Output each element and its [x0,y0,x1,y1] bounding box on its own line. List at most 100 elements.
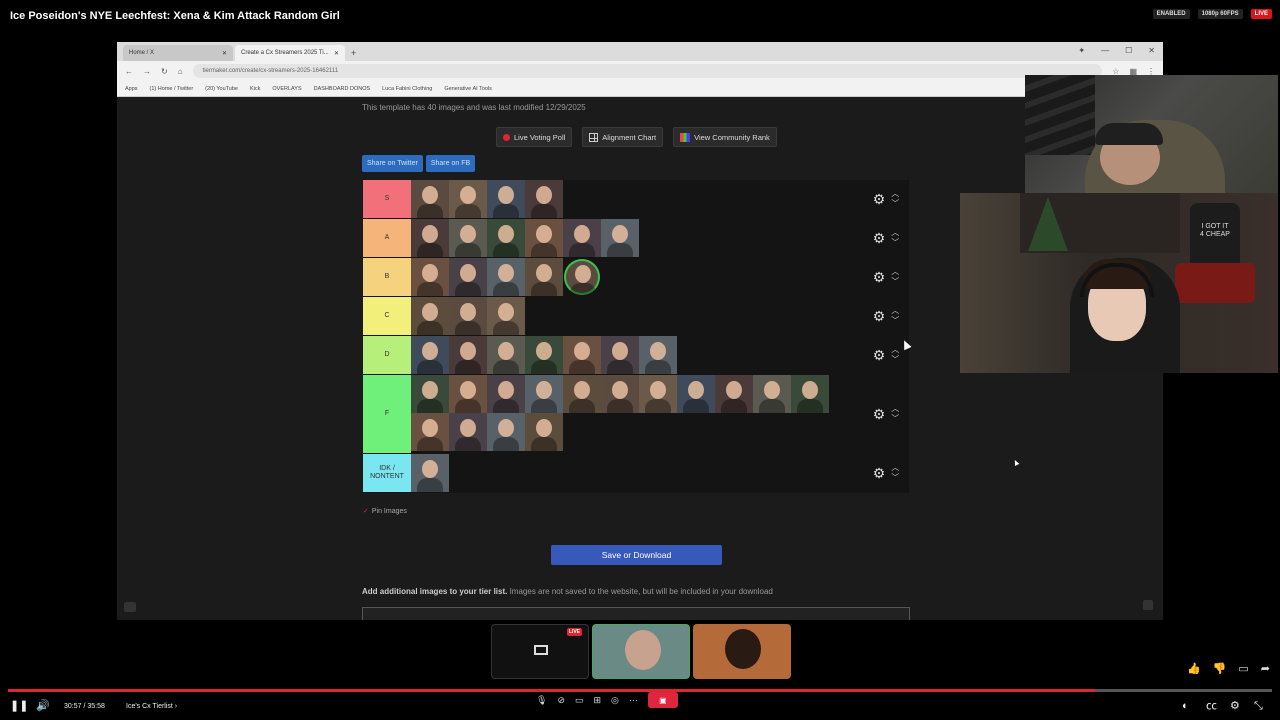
tier-label[interactable]: B [363,258,411,296]
bookmark[interactable]: (20) YouTube [205,86,238,92]
video-player[interactable]: Ice Poseidon's NYE Leechfest: Xena & Kim… [0,0,1280,720]
tab-twitter[interactable]: Home / X ✕ [123,45,233,61]
minimize-icon[interactable]: — [1101,46,1109,55]
live-voting-button[interactable]: Live Voting Poll [496,127,573,147]
quality-badge[interactable]: 1080p 60FPS [1197,9,1243,19]
streamer-thumbnail[interactable] [411,413,449,451]
share-twitter-button[interactable]: Share on Twitter [362,155,423,172]
close-icon[interactable]: ✕ [334,50,339,57]
tier-label[interactable]: D [363,336,411,374]
streamer-thumbnail[interactable] [449,180,487,218]
streamer-thumbnail[interactable] [487,297,525,335]
bookmark[interactable]: Apps [125,86,138,92]
streamer-thumbnail[interactable] [525,413,563,451]
save-download-button[interactable]: Save or Download [551,545,722,565]
reload-icon[interactable]: ↻ [161,67,168,76]
chevron-down-icon[interactable]: ﹀ [891,473,899,482]
streamer-thumbnail[interactable] [487,180,525,218]
zoom-icon[interactable] [1143,600,1153,610]
maximize-icon[interactable]: ☐ [1125,46,1132,55]
chevron-up-icon[interactable]: ︿ [891,404,899,413]
tab-tiermaker[interactable]: Create a Cx Streamers 2025 Ti... ✕ [235,45,345,61]
streamer-thumbnail[interactable] [411,219,449,257]
streamer-thumbnail[interactable] [564,259,600,295]
streamer-thumbnail[interactable] [449,258,487,296]
chevron-down-icon[interactable]: ﹀ [891,355,899,364]
autoplay-toggle-icon[interactable]: ◐ [1182,700,1189,712]
streamer-thumbnail[interactable] [525,180,563,218]
bookmark[interactable]: Luca Fabini Clothing [382,86,432,92]
streamer-thumbnail[interactable] [449,375,487,413]
new-tab-icon[interactable]: + [351,48,356,58]
streamer-thumbnail[interactable] [411,454,449,492]
streamer-thumbnail[interactable] [487,413,525,451]
streamer-thumbnail[interactable] [715,375,753,413]
streamer-thumbnail[interactable] [449,297,487,335]
gear-icon[interactable]: ⚙ [873,348,886,362]
streamer-thumbnail[interactable] [601,336,639,374]
home-icon[interactable]: ⌂ [178,67,183,76]
bookmark[interactable]: Kick [250,86,260,92]
streamer-thumbnail[interactable] [449,219,487,257]
share-icon[interactable]: ➦ [1261,662,1270,675]
streamer-thumbnail[interactable] [411,375,449,413]
streamer-thumbnail[interactable] [677,375,715,413]
pause-icon[interactable]: ❚❚ [10,700,28,712]
streamer-thumbnail[interactable] [487,219,525,257]
gear-icon[interactable]: ⚙ [873,407,886,421]
volume-icon[interactable]: 🔊 [36,700,50,712]
streamer-thumbnail[interactable] [411,258,449,296]
tier-label[interactable]: S [363,180,411,218]
chevron-up-icon[interactable]: ︿ [891,306,899,315]
url-field[interactable]: tiermaker.com/create/cx-streamers-2025-1… [192,64,1103,78]
chevron-down-icon[interactable]: ﹀ [891,316,899,325]
streamer-thumbnail[interactable] [411,180,449,218]
comment-icon[interactable]: ▭ [1238,662,1248,675]
fullscreen-exit-icon[interactable]: ⤡ [1254,700,1263,712]
streamer-thumbnail[interactable] [639,336,677,374]
bookmark[interactable]: OVERLAYS [272,86,301,92]
bookmark[interactable]: Generative AI Tools [444,86,492,92]
streamer-thumbnail[interactable] [753,375,791,413]
share-fb-button[interactable]: Share on FB [425,155,476,172]
like-icon[interactable]: 👍 [1187,662,1201,675]
streamer-thumbnail[interactable] [487,258,525,296]
streamer-thumbnail[interactable] [791,375,829,413]
community-rank-button[interactable]: View Community Rank [673,127,777,147]
chevron-down-icon[interactable]: ﹀ [891,238,899,247]
chevron-down-icon[interactable]: ﹀ [891,414,899,423]
streamer-thumbnail[interactable] [525,375,563,413]
streamer-thumbnail[interactable] [525,258,563,296]
streamer-thumbnail[interactable] [601,375,639,413]
streamer-thumbnail[interactable] [563,375,601,413]
streamer-thumbnail[interactable] [449,413,487,451]
chevron-down-icon[interactable]: ﹀ [891,199,899,208]
settings-icon[interactable]: ⚙ [1230,700,1240,712]
extension-icon[interactable]: ✦ [1078,46,1085,55]
gear-icon[interactable]: ⚙ [873,231,886,245]
streamer-thumbnail[interactable] [487,336,525,374]
streamer-thumbnail[interactable] [525,219,563,257]
participant-tile-3[interactable] [693,624,791,679]
participant-tile-screen[interactable]: LIVE [491,624,589,679]
file-upload-input[interactable] [362,607,910,620]
chapter-title[interactable]: Ice's Cx Tierlist › [126,703,177,710]
chevron-up-icon[interactable]: ︿ [891,228,899,237]
pin-images-toggle[interactable]: ✓ Pin Images [363,507,407,515]
bookmark[interactable]: (1) Home / Twitter [150,86,194,92]
close-icon[interactable]: ✕ [222,50,227,57]
streamer-thumbnail[interactable] [563,219,601,257]
tier-label[interactable]: C [363,297,411,335]
back-icon[interactable]: ← [125,67,133,76]
tier-label[interactable]: A [363,219,411,257]
chevron-up-icon[interactable]: ︿ [891,267,899,276]
streamer-thumbnail[interactable] [487,375,525,413]
chevron-up-icon[interactable]: ︿ [891,189,899,198]
streamer-thumbnail[interactable] [411,336,449,374]
close-window-icon[interactable]: ✕ [1148,46,1155,55]
chevron-down-icon[interactable]: ﹀ [891,277,899,286]
chevron-up-icon[interactable]: ︿ [891,463,899,472]
streamer-thumbnail[interactable] [449,336,487,374]
dislike-icon[interactable]: 👎 [1213,662,1227,675]
gear-icon[interactable]: ⚙ [873,192,886,206]
